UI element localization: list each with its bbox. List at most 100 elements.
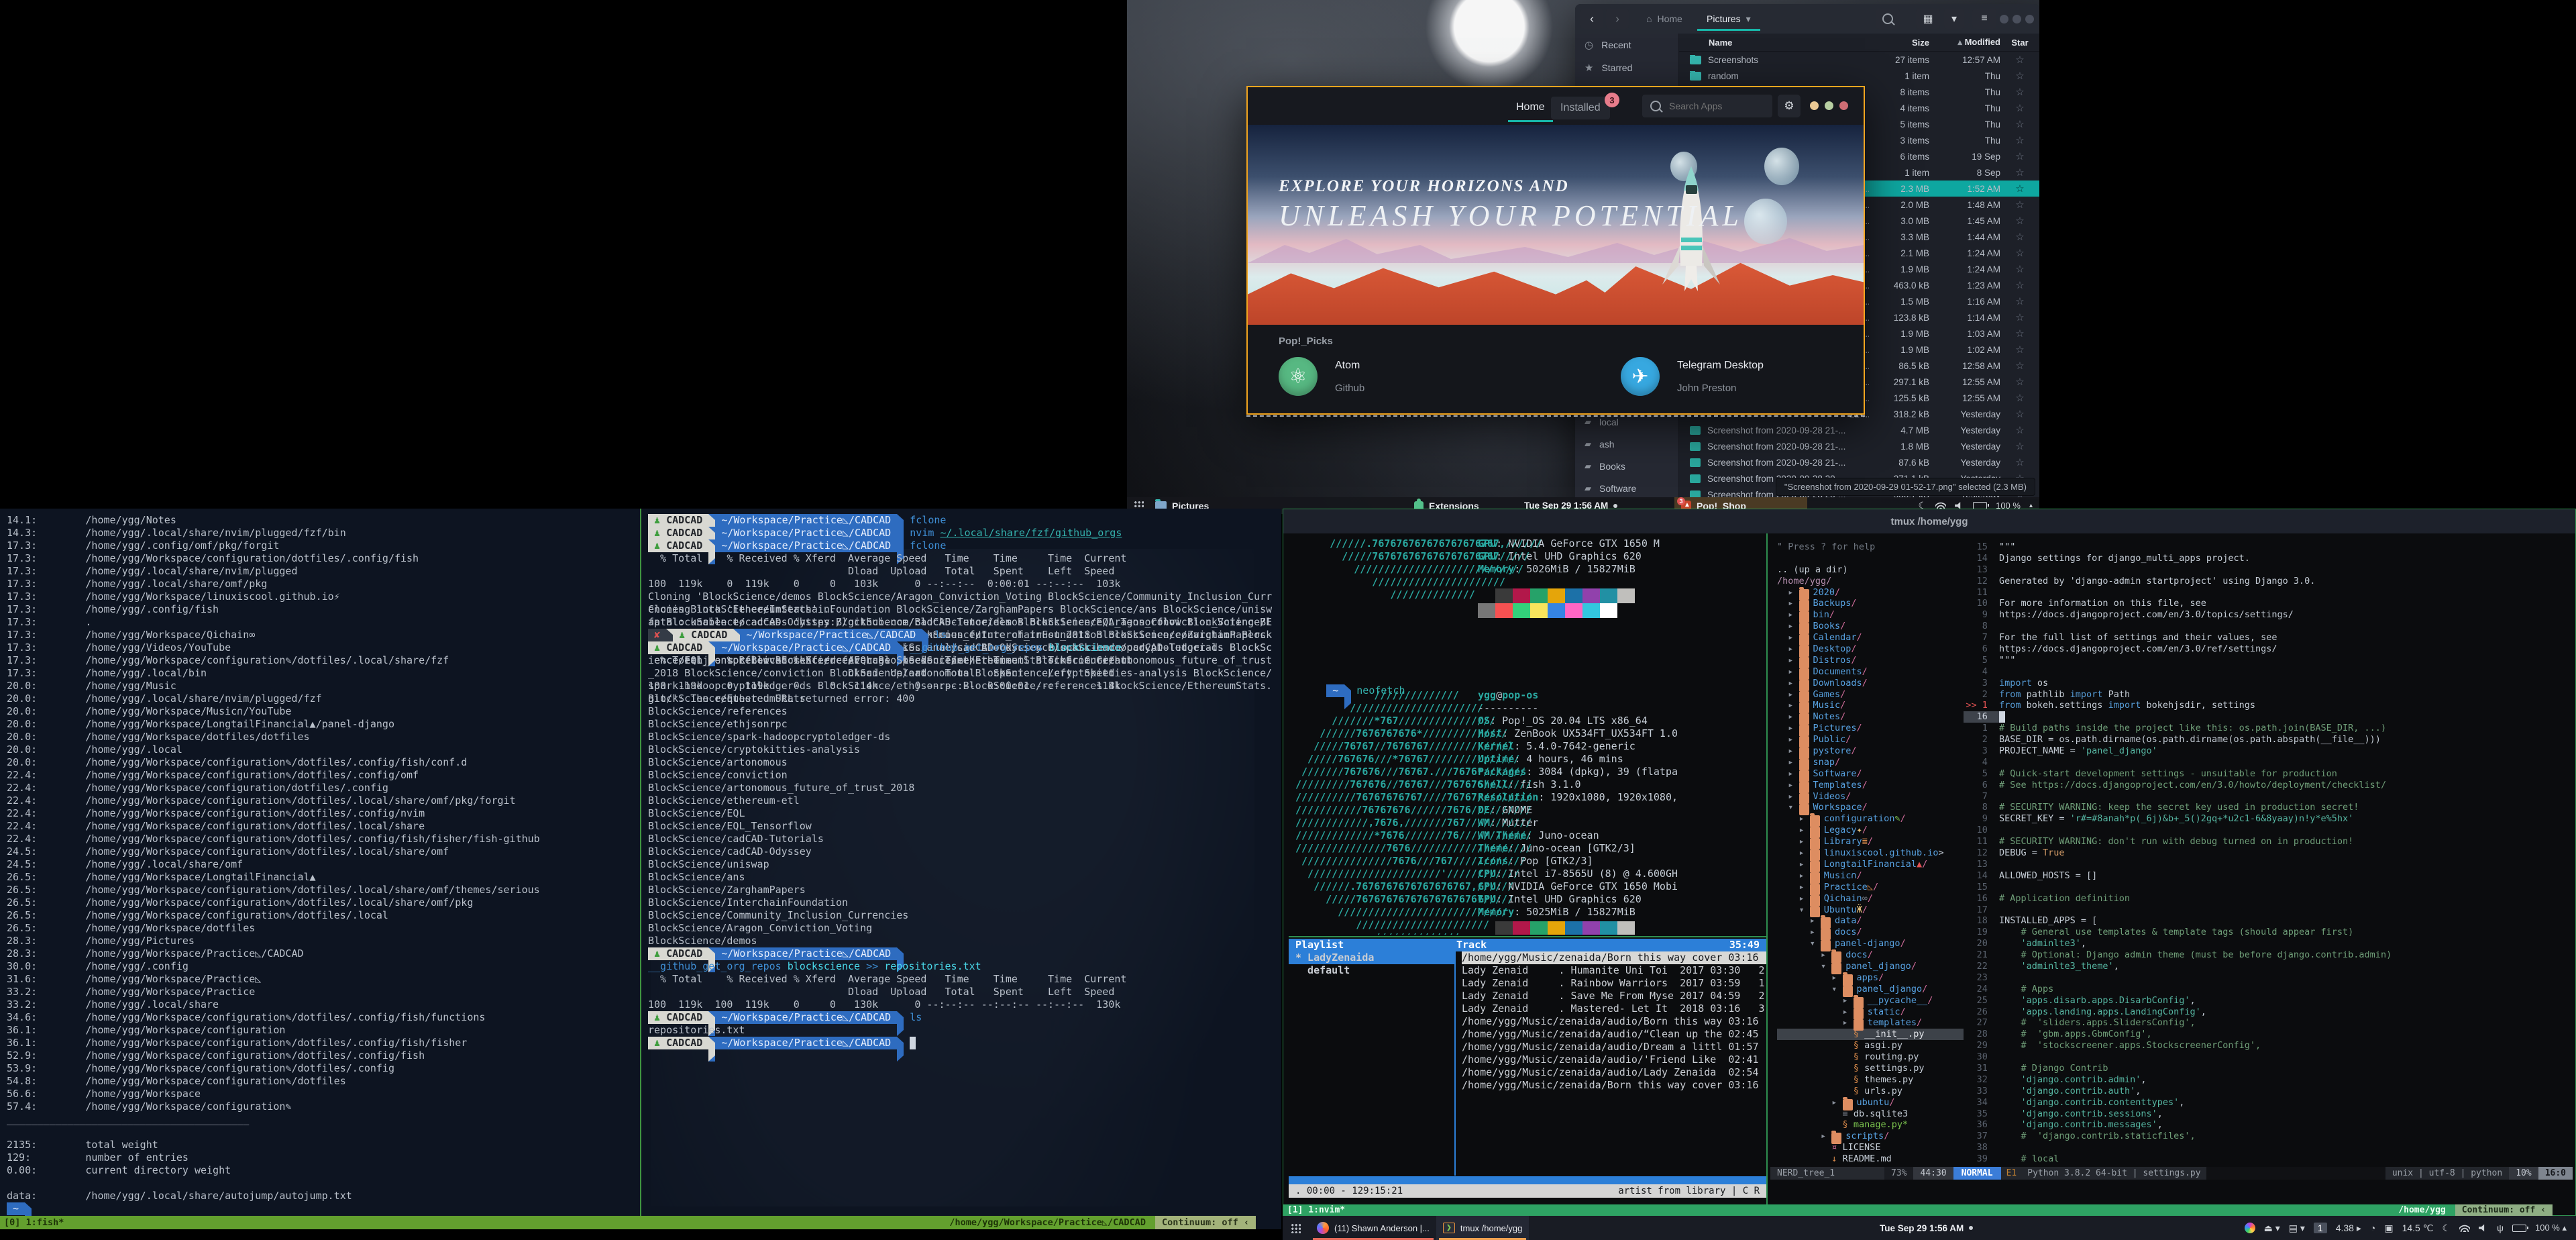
- star-icon[interactable]: ☆: [2000, 376, 2039, 388]
- search-button[interactable]: [1876, 9, 1900, 29]
- breadcrumb-home[interactable]: ⌂Home: [1637, 9, 1692, 29]
- pane-divider[interactable]: [640, 509, 641, 1216]
- star-icon[interactable]: ☆: [2000, 344, 2039, 356]
- terminal-right-headerbar[interactable]: tmux /home/ygg: [1283, 509, 2575, 533]
- cmus-playlist-item[interactable]: default: [1289, 964, 1454, 977]
- file-row[interactable]: random 1 item Thu ☆: [1679, 68, 2039, 84]
- star-icon[interactable]: ☆: [2000, 102, 2039, 114]
- window-control-3[interactable]: [1839, 101, 1848, 110]
- star-icon[interactable]: ☆: [2000, 231, 2039, 243]
- star-icon[interactable]: ☆: [2000, 360, 2039, 372]
- star-icon[interactable]: ☆: [2000, 86, 2039, 98]
- star-icon[interactable]: ☆: [2000, 118, 2039, 130]
- cpu-monitor-icon: ◔: [2370, 1223, 2375, 1233]
- star-icon[interactable]: ☆: [2000, 134, 2039, 146]
- star-icon[interactable]: ☆: [2000, 166, 2039, 178]
- vim-pane[interactable]: " Press ? for help.. (up a dir)/home/ygg…: [1770, 537, 2573, 1204]
- files-list-header[interactable]: Name Size ▴ Modified Star: [1679, 34, 2039, 52]
- files-headerbar: ‹ › ⌂Home Pictures▾ ▦ ▾ ≡: [1575, 4, 2039, 34]
- sidebar-item[interactable]: ★ Starred: [1575, 56, 1678, 79]
- files-sidebar-bottom: ▰ local ▰ ash ▰ Books ▰ Software: [1575, 411, 1678, 499]
- cmus-playlist-item[interactable]: * LadyZenaida: [1289, 951, 1454, 964]
- battery-icon: [2512, 1225, 2526, 1232]
- column-size[interactable]: Size: [1869, 38, 1929, 48]
- window-button-3[interactable]: [2025, 15, 2034, 23]
- star-icon[interactable]: ☆: [2000, 311, 2039, 323]
- star-icon[interactable]: ☆: [2000, 54, 2039, 66]
- panel-window-tmux[interactable]: ❯ tmux /home/ygg: [1436, 1216, 1529, 1240]
- window-control-1[interactable]: [1810, 101, 1819, 110]
- forward-button[interactable]: ›: [1606, 9, 1629, 29]
- neofetch-palette-row1: [1495, 588, 1635, 603]
- vim-buffer[interactable]: 15 """14 Django settings for django_mult…: [1964, 541, 2567, 1165]
- star-icon[interactable]: ☆: [2000, 199, 2039, 211]
- terminal-left[interactable]: 14.1: /home/ygg/Notes14.3: /home/ygg/.lo…: [0, 509, 1281, 1229]
- back-button[interactable]: ‹: [1580, 9, 1603, 29]
- star-icon[interactable]: ☆: [2000, 456, 2039, 468]
- pane-divider-vertical[interactable]: [1766, 533, 1768, 1204]
- search-box[interactable]: [1642, 95, 1772, 117]
- file-size: 1.9 MB: [1869, 264, 1929, 274]
- file-row[interactable]: Screenshot from 2020-09-28 21-... 4.7 MB…: [1679, 422, 2039, 438]
- cmus-progress-bar[interactable]: [1289, 1176, 1766, 1184]
- star-icon[interactable]: ☆: [2000, 392, 2039, 404]
- star-icon[interactable]: ☆: [2000, 424, 2039, 436]
- nerdtree[interactable]: " Press ? for help.. (up a dir)/home/ygg…: [1777, 541, 1964, 1165]
- breadcrumb-location[interactable]: Pictures▾: [1697, 9, 1760, 31]
- window-button-1[interactable]: [2000, 15, 2008, 23]
- continuum-status: Continuum: off ‹: [1155, 1216, 1256, 1229]
- pane-divider-horizontal[interactable]: [1289, 936, 1766, 937]
- search-input[interactable]: [1668, 100, 1758, 112]
- column-star[interactable]: Star: [2000, 38, 2039, 48]
- app-card[interactable]: ✈ Telegram Desktop John Preston: [1621, 357, 1795, 396]
- shop-banner[interactable]: EXPLORE YOUR HORIZONS AND UNLEASH YOUR P…: [1248, 125, 1864, 325]
- star-icon[interactable]: ☆: [2000, 263, 2039, 275]
- settings-button[interactable]: ⚙: [1778, 95, 1801, 117]
- star-icon[interactable]: ☆: [2000, 215, 2039, 227]
- tab-installed-label: Installed: [1560, 102, 1601, 114]
- sidebar-item[interactable]: ◷ Recent: [1575, 34, 1678, 56]
- file-row[interactable]: Screenshot from 2020-09-28 21-... 1.8 MB…: [1679, 438, 2039, 454]
- tab-home[interactable]: Home: [1508, 94, 1553, 122]
- cmus-playlists[interactable]: * LadyZenaida default: [1289, 951, 1454, 977]
- cmus-pane[interactable]: Playlist Track 35:49 * LadyZenaida defau…: [1289, 939, 1766, 1204]
- file-row[interactable]: Screenshot from 2020-09-28 21-... 87.6 k…: [1679, 454, 2039, 470]
- terminal-right[interactable]: tmux /home/ygg //////.767676767676767676…: [1283, 509, 2576, 1216]
- app-card[interactable]: ⚛ Atom Github: [1279, 357, 1453, 396]
- star-icon[interactable]: ☆: [2000, 327, 2039, 340]
- view-options-button[interactable]: ▾: [1944, 9, 1964, 29]
- star-icon[interactable]: ☆: [2000, 150, 2039, 162]
- sidebar-item[interactable]: ▰ ash: [1575, 433, 1678, 455]
- panel-window-firefox[interactable]: (11) Shawn Anderson |...: [1310, 1216, 1436, 1240]
- autojump-pane[interactable]: 14.1: /home/ygg/Notes14.3: /home/ygg/.lo…: [7, 514, 635, 1215]
- folder-icon: ▰: [1585, 439, 1591, 450]
- file-row[interactable]: Screenshots 27 items 12:57 AM ☆: [1679, 52, 2039, 68]
- star-icon[interactable]: ☆: [2000, 247, 2039, 259]
- star-icon[interactable]: ☆: [2000, 440, 2039, 452]
- view-toggle-button[interactable]: ▦: [1916, 9, 1940, 29]
- fish-cadcad-pane[interactable]: ♟ CADCAD ~/Workspace/Practice◺/CADCAD fc…: [648, 514, 1276, 1049]
- panel-tray[interactable]: ⏏ ▾ ▤ ▾ 1 4.38 ▸ ◔ ▣ 14.5 ℃ ☾ ψ 100 % ▴: [2236, 1216, 2567, 1240]
- palette-swatch: [1548, 921, 1565, 935]
- sidebar-item[interactable]: ▰ Books: [1575, 455, 1678, 477]
- column-modified[interactable]: Modified: [1965, 37, 2000, 47]
- file-size: 123.8 kB: [1869, 313, 1929, 323]
- window-control-2[interactable]: [1825, 101, 1833, 110]
- neofetch-pane[interactable]: //////.767676767676767676767,////// ////…: [1289, 537, 1765, 935]
- palette-swatch: [1530, 603, 1548, 618]
- star-icon[interactable]: ☆: [2000, 70, 2039, 82]
- sidebar-item[interactable]: ▰ Software: [1575, 477, 1678, 499]
- search-icon: [1650, 101, 1661, 111]
- menu-button[interactable]: ≡: [1972, 9, 1996, 29]
- column-name[interactable]: Name: [1679, 38, 1869, 48]
- app-grid-icon[interactable]: [1291, 1223, 1301, 1233]
- cmus-tracks[interactable]: /home/ygg/Music/zenaida/Born this way co…: [1462, 951, 1766, 1092]
- tab-installed[interactable]: Installed: [1551, 97, 1610, 119]
- window-button-2[interactable]: [2012, 15, 2021, 23]
- star-icon[interactable]: ☆: [2000, 295, 2039, 307]
- star-icon[interactable]: ☆: [2000, 183, 2039, 195]
- star-icon[interactable]: ☆: [2000, 279, 2039, 291]
- file-size: 2.0 MB: [1869, 200, 1929, 210]
- star-icon[interactable]: ☆: [2000, 408, 2039, 420]
- panel-clock[interactable]: Tue Sep 29 1:56 AM: [1880, 1216, 1973, 1240]
